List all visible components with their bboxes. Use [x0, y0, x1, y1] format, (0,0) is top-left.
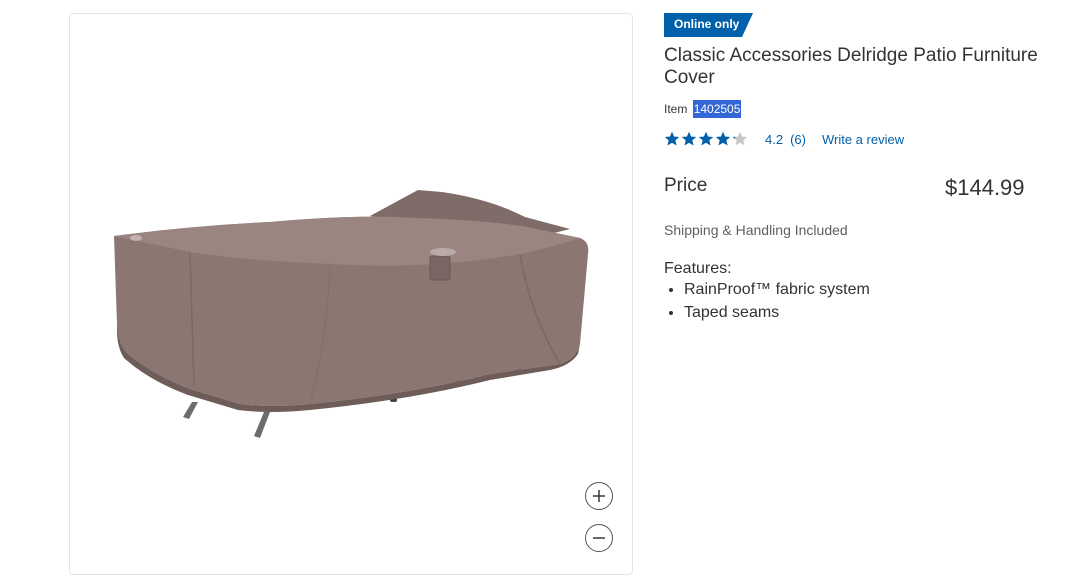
price-value: $144.99 — [945, 175, 1025, 200]
item-label: Item — [664, 102, 688, 116]
review-count[interactable]: (6) — [790, 132, 806, 147]
star-icons — [664, 131, 748, 146]
item-number-line: Item 1402505 — [664, 100, 742, 118]
badge-label: Online only — [674, 17, 740, 31]
features-list: RainProof™ fabric system Taped seams — [664, 278, 870, 324]
product-title: Classic Accessories Delridge Patio Furni… — [664, 45, 1038, 88]
zoom-in-icon — [593, 490, 605, 502]
product-image[interactable] — [70, 14, 632, 549]
online-only-badge: Online only — [664, 13, 753, 37]
feature-item: Taped seams — [684, 301, 870, 324]
star-rating[interactable] — [664, 131, 748, 147]
features-heading: Features: — [664, 260, 732, 277]
rating-row: 4.2 (6) Write a review — [664, 131, 904, 147]
item-number[interactable]: 1402505 — [692, 100, 742, 118]
rating-value[interactable]: 4.2 — [765, 132, 783, 147]
zoom-out-icon — [593, 537, 605, 539]
price-label: Price — [664, 175, 708, 196]
shipping-note: Shipping & Handling Included — [664, 222, 848, 238]
feature-item: RainProof™ fabric system — [684, 278, 870, 301]
zoom-in-button[interactable] — [585, 482, 613, 510]
write-review-link[interactable]: Write a review — [822, 132, 904, 147]
product-image-panel — [69, 13, 633, 575]
